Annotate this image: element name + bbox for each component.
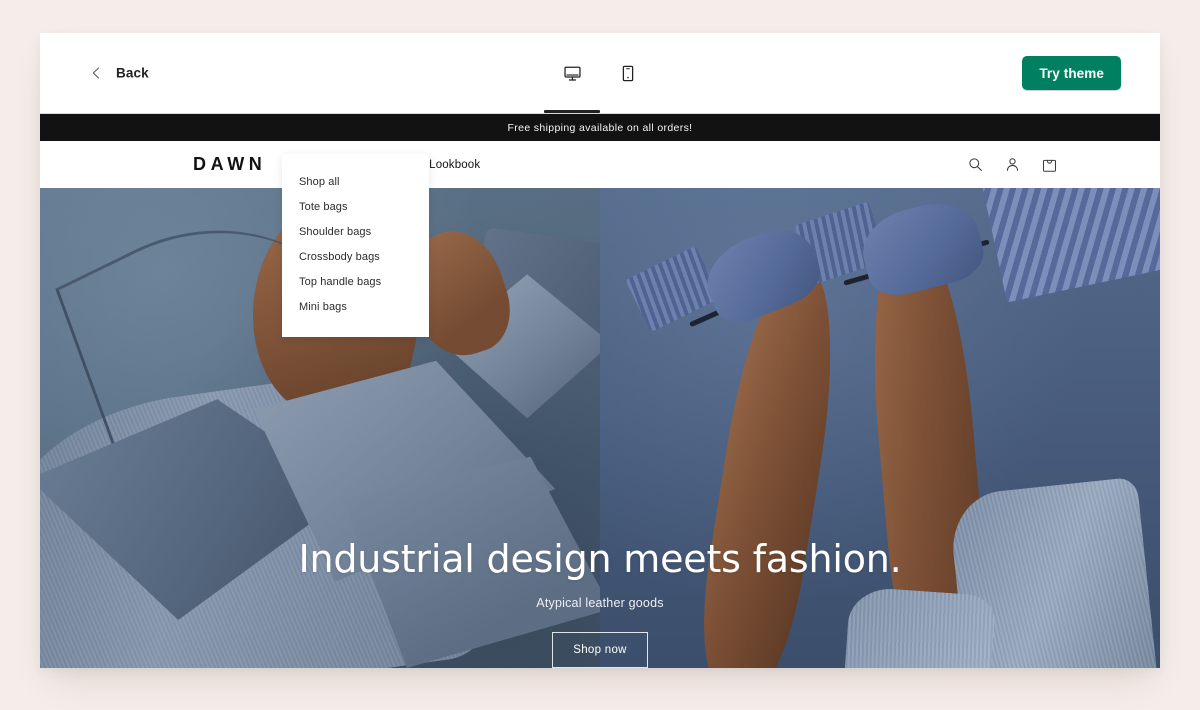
- store-logo[interactable]: DAWN: [193, 154, 266, 175]
- bags-dropdown-menu: Shop all Tote bags Shoulder bags Crossbo…: [282, 154, 429, 337]
- cart-icon[interactable]: [1042, 157, 1057, 173]
- hero-subheading: Atypical leather goods: [536, 596, 664, 610]
- dropdown-item-shop-all[interactable]: Shop all: [282, 169, 429, 194]
- storefront-preview: Free shipping available on all orders! D…: [40, 114, 1160, 668]
- store-header-actions: [968, 157, 1057, 173]
- mobile-phone-icon: [621, 65, 635, 82]
- preview-toolbar: Back Try theme: [40, 33, 1160, 114]
- search-icon[interactable]: [968, 157, 983, 172]
- dropdown-item-mini-bags[interactable]: Mini bags: [282, 294, 429, 319]
- hero-heading: Industrial design meets fashion.: [298, 536, 902, 581]
- back-label: Back: [116, 65, 149, 81]
- account-icon[interactable]: [1005, 157, 1020, 172]
- device-preview-toggle: [555, 33, 645, 113]
- device-toggle-mobile[interactable]: [611, 45, 645, 101]
- nav-item-lookbook-label: Lookbook: [429, 158, 481, 171]
- nav-item-lookbook[interactable]: Lookbook: [429, 159, 480, 171]
- dropdown-item-tote-bags[interactable]: Tote bags: [282, 194, 429, 219]
- hero-content: Industrial design meets fashion. Atypica…: [40, 536, 1160, 668]
- dropdown-item-shoulder-bags[interactable]: Shoulder bags: [282, 219, 429, 244]
- desktop-monitor-icon: [563, 65, 581, 82]
- dropdown-item-top-handle-bags[interactable]: Top handle bags: [282, 269, 429, 294]
- try-theme-button[interactable]: Try theme: [1022, 56, 1121, 90]
- dropdown-item-crossbody-bags[interactable]: Crossbody bags: [282, 244, 429, 269]
- theme-preview-card: Back Try theme Free shipping available o…: [40, 33, 1160, 668]
- announcement-text: Free shipping available on all orders!: [507, 121, 693, 134]
- announcement-bar: Free shipping available on all orders!: [40, 114, 1160, 141]
- store-header: DAWN Bags Shoes: [40, 141, 1160, 188]
- hero-section: Industrial design meets fashion. Atypica…: [40, 188, 1160, 668]
- device-toggle-desktop[interactable]: [555, 45, 589, 101]
- chevron-left-icon: [90, 67, 103, 80]
- back-button[interactable]: Back: [84, 62, 155, 85]
- hero-cta-button[interactable]: Shop now: [552, 632, 648, 668]
